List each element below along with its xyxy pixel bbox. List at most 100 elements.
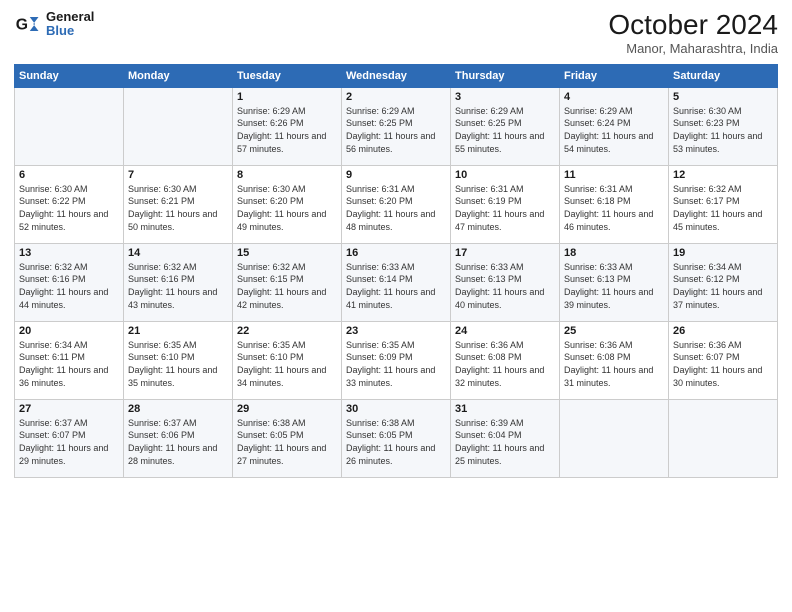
day-detail: Sunrise: 6:37 AMSunset: 6:06 PMDaylight:… [128, 417, 228, 467]
day-detail: Sunrise: 6:33 AMSunset: 6:13 PMDaylight:… [564, 261, 664, 311]
calendar-cell: 10 Sunrise: 6:31 AMSunset: 6:19 PMDayligh… [451, 165, 560, 243]
day-number: 1 [237, 91, 337, 103]
calendar-cell: 19Sunrise: 6:34 AMSunset: 6:12 PMDayligh… [669, 243, 778, 321]
day-number: 15 [237, 247, 337, 259]
day-detail: Sunrise: 6:36 AMSunset: 6:08 PMDaylight:… [455, 339, 555, 389]
day-number: 7 [128, 169, 228, 181]
calendar-cell [560, 399, 669, 477]
day-detail: Sunrise: 6:30 AMSunset: 6:21 PMDaylight:… [128, 183, 228, 233]
day-number: 31 [455, 403, 555, 415]
header: G General Blue October 2024 Manor, Mahar… [14, 10, 778, 56]
weekday-header: Monday [124, 64, 233, 87]
calendar-cell: 24 Sunrise: 6:36 AMSunset: 6:08 PMDayligh… [451, 321, 560, 399]
day-number: 27 [19, 403, 119, 415]
day-number: 19 [673, 247, 773, 259]
day-detail: Sunrise: 6:33 AMSunset: 6:14 PMDaylight:… [346, 261, 446, 311]
day-number: 17 [455, 247, 555, 259]
day-detail: Sunrise: 6:30 AMSunset: 6:23 PMDaylight:… [673, 105, 773, 155]
weekday-header: Thursday [451, 64, 560, 87]
calendar-cell: 9 Sunrise: 6:31 AMSunset: 6:20 PMDaylight… [342, 165, 451, 243]
day-number: 28 [128, 403, 228, 415]
calendar-cell: 28 Sunrise: 6:37 AMSunset: 6:06 PMDayligh… [124, 399, 233, 477]
calendar-cell [15, 87, 124, 165]
day-detail: Sunrise: 6:33 AMSunset: 6:13 PMDaylight:… [455, 261, 555, 311]
day-number: 30 [346, 403, 446, 415]
weekday-header: Sunday [15, 64, 124, 87]
calendar-week-row: 13 Sunrise: 6:32 AMSunset: 6:16 PMDayligh… [15, 243, 778, 321]
day-detail: Sunrise: 6:38 AMSunset: 6:05 PMDaylight:… [346, 417, 446, 467]
calendar-cell: 27 Sunrise: 6:37 AMSunset: 6:07 PMDayligh… [15, 399, 124, 477]
calendar-cell: 31 Sunrise: 6:39 AMSunset: 6:04 PMDayligh… [451, 399, 560, 477]
calendar-cell: 21Sunrise: 6:35 AMSunset: 6:10 PMDayligh… [124, 321, 233, 399]
day-number: 12 [673, 169, 773, 181]
day-detail: Sunrise: 6:32 AMSunset: 6:16 PMDaylight:… [128, 261, 228, 311]
page-subtitle: Manor, Maharashtra, India [608, 41, 778, 56]
weekday-header-row: SundayMondayTuesdayWednesdayThursdayFrid… [15, 64, 778, 87]
day-detail: Sunrise: 6:31 AMSunset: 6:18 PMDaylight:… [564, 183, 664, 233]
calendar-cell: 6Sunrise: 6:30 AMSunset: 6:22 PMDaylight… [15, 165, 124, 243]
calendar-cell [124, 87, 233, 165]
day-number: 2 [346, 91, 446, 103]
day-detail: Sunrise: 6:31 AMSunset: 6:19 PMDaylight:… [455, 183, 555, 233]
calendar-cell: 26Sunrise: 6:36 AMSunset: 6:07 PMDayligh… [669, 321, 778, 399]
calendar-cell: 3 Sunrise: 6:29 AMSunset: 6:25 PMDaylight… [451, 87, 560, 165]
calendar-cell: 14 Sunrise: 6:32 AMSunset: 6:16 PMDayligh… [124, 243, 233, 321]
calendar-cell: 23 Sunrise: 6:35 AMSunset: 6:09 PMDayligh… [342, 321, 451, 399]
day-number: 5 [673, 91, 773, 103]
calendar-cell: 16Sunrise: 6:33 AMSunset: 6:14 PMDayligh… [342, 243, 451, 321]
day-number: 13 [19, 247, 119, 259]
day-number: 4 [564, 91, 664, 103]
calendar-cell: 1Sunrise: 6:29 AMSunset: 6:26 PMDaylight… [233, 87, 342, 165]
day-detail: Sunrise: 6:34 AMSunset: 6:11 PMDaylight:… [19, 339, 119, 389]
day-detail: Sunrise: 6:39 AMSunset: 6:04 PMDaylight:… [455, 417, 555, 467]
day-number: 10 [455, 169, 555, 181]
calendar-week-row: 1Sunrise: 6:29 AMSunset: 6:26 PMDaylight… [15, 87, 778, 165]
logo: G General Blue [14, 10, 94, 39]
calendar-cell: 30 Sunrise: 6:38 AMSunset: 6:05 PMDayligh… [342, 399, 451, 477]
day-detail: Sunrise: 6:32 AMSunset: 6:15 PMDaylight:… [237, 261, 337, 311]
weekday-header: Friday [560, 64, 669, 87]
calendar-table: SundayMondayTuesdayWednesdayThursdayFrid… [14, 64, 778, 478]
page-title: October 2024 [608, 10, 778, 41]
day-number: 25 [564, 325, 664, 337]
calendar-week-row: 6Sunrise: 6:30 AMSunset: 6:22 PMDaylight… [15, 165, 778, 243]
day-number: 8 [237, 169, 337, 181]
day-number: 24 [455, 325, 555, 337]
day-number: 22 [237, 325, 337, 337]
title-area: October 2024 Manor, Maharashtra, India [608, 10, 778, 56]
calendar-cell: 2 Sunrise: 6:29 AMSunset: 6:25 PMDaylight… [342, 87, 451, 165]
calendar-week-row: 20Sunrise: 6:34 AMSunset: 6:11 PMDayligh… [15, 321, 778, 399]
calendar-cell: 5 Sunrise: 6:30 AMSunset: 6:23 PMDaylight… [669, 87, 778, 165]
calendar-cell: 22 Sunrise: 6:35 AMSunset: 6:10 PMDayligh… [233, 321, 342, 399]
calendar-cell: 17 Sunrise: 6:33 AMSunset: 6:13 PMDayligh… [451, 243, 560, 321]
weekday-header: Saturday [669, 64, 778, 87]
day-number: 6 [19, 169, 119, 181]
day-detail: Sunrise: 6:37 AMSunset: 6:07 PMDaylight:… [19, 417, 119, 467]
calendar-cell: 11 Sunrise: 6:31 AMSunset: 6:18 PMDayligh… [560, 165, 669, 243]
calendar-week-row: 27 Sunrise: 6:37 AMSunset: 6:07 PMDayligh… [15, 399, 778, 477]
day-detail: Sunrise: 6:38 AMSunset: 6:05 PMDaylight:… [237, 417, 337, 467]
calendar-cell: 18Sunrise: 6:33 AMSunset: 6:13 PMDayligh… [560, 243, 669, 321]
calendar-cell: 8Sunrise: 6:30 AMSunset: 6:20 PMDaylight… [233, 165, 342, 243]
day-number: 23 [346, 325, 446, 337]
day-detail: Sunrise: 6:36 AMSunset: 6:08 PMDaylight:… [564, 339, 664, 389]
day-number: 3 [455, 91, 555, 103]
day-detail: Sunrise: 6:29 AMSunset: 6:24 PMDaylight:… [564, 105, 664, 155]
day-number: 9 [346, 169, 446, 181]
day-number: 21 [128, 325, 228, 337]
day-detail: Sunrise: 6:35 AMSunset: 6:09 PMDaylight:… [346, 339, 446, 389]
calendar-cell: 15 Sunrise: 6:32 AMSunset: 6:15 PMDayligh… [233, 243, 342, 321]
day-detail: Sunrise: 6:31 AMSunset: 6:20 PMDaylight:… [346, 183, 446, 233]
day-detail: Sunrise: 6:29 AMSunset: 6:25 PMDaylight:… [346, 105, 446, 155]
calendar-cell: 20Sunrise: 6:34 AMSunset: 6:11 PMDayligh… [15, 321, 124, 399]
calendar-cell: 29 Sunrise: 6:38 AMSunset: 6:05 PMDayligh… [233, 399, 342, 477]
day-number: 29 [237, 403, 337, 415]
day-detail: Sunrise: 6:29 AMSunset: 6:25 PMDaylight:… [455, 105, 555, 155]
calendar-cell: 7 Sunrise: 6:30 AMSunset: 6:21 PMDaylight… [124, 165, 233, 243]
day-detail: Sunrise: 6:35 AMSunset: 6:10 PMDaylight:… [237, 339, 337, 389]
calendar-cell: 12Sunrise: 6:32 AMSunset: 6:17 PMDayligh… [669, 165, 778, 243]
logo-icon: G [14, 10, 42, 38]
day-number: 11 [564, 169, 664, 181]
calendar-cell: 25 Sunrise: 6:36 AMSunset: 6:08 PMDayligh… [560, 321, 669, 399]
day-number: 14 [128, 247, 228, 259]
